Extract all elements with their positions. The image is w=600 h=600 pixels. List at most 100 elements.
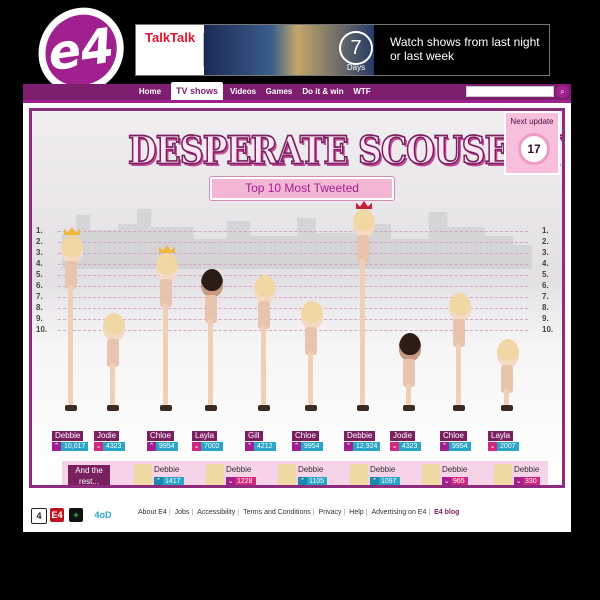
character-shoes — [453, 405, 465, 411]
character-head — [301, 301, 323, 329]
rest-list-item[interactable]: Debbie 1097 ⌃ — [350, 464, 414, 485]
tweet-count: 10,017 ⌃ — [52, 442, 89, 451]
rank-label-left: 9. — [36, 314, 43, 323]
nav-games[interactable]: Games — [263, 84, 295, 100]
character-thumbnail — [422, 464, 440, 485]
e4-icon[interactable]: E4 — [50, 508, 64, 522]
rank-label-right: 5. — [542, 270, 549, 279]
character-figure[interactable] — [103, 313, 125, 411]
rank-row: 5. 5. — [36, 271, 556, 279]
character-figure[interactable] — [353, 201, 375, 411]
footer-link-privacy[interactable]: Privacy — [319, 509, 342, 516]
character-card[interactable]: Layla 7002 ⌄ — [192, 431, 228, 451]
search-icon[interactable]: ⌕ — [556, 85, 569, 98]
tweet-count: 9954 ⌃ — [440, 442, 471, 451]
footer-link-terms[interactable]: Terms and Conditions — [243, 509, 311, 516]
trend-down-icon: ⌄ — [192, 442, 201, 451]
character-head — [449, 293, 471, 321]
character-card[interactable]: Jodie 4323 ⌄ — [390, 431, 426, 451]
rest-list-item[interactable]: Debbie 965 ⌄ — [422, 464, 486, 485]
nav-do-it-and-win[interactable]: Do it & win — [301, 84, 345, 100]
main-nav: Home TV shows Videos Games Do it & win W… — [23, 82, 571, 103]
character-figure[interactable] — [497, 339, 519, 411]
footer-link-jobs[interactable]: Jobs — [175, 509, 190, 516]
character-card[interactable]: Gill 4212 ⌃ — [245, 431, 281, 451]
nav-home[interactable]: Home — [135, 84, 165, 100]
4od-icon[interactable]: 4oD — [88, 508, 118, 522]
character-name: Debbie — [52, 431, 84, 441]
rank-label-right: 6. — [542, 281, 549, 290]
character-figure[interactable] — [449, 293, 471, 411]
character-name: Gill — [245, 431, 263, 441]
trend-down-icon: ⌄ — [226, 477, 235, 485]
trend-up-icon: ⌃ — [147, 442, 156, 451]
character-card[interactable]: Layla 2007 ⌄ — [488, 431, 524, 451]
rank-row: 8. 8. — [36, 304, 556, 312]
character-name: Layla — [192, 431, 218, 441]
rest-list-item[interactable]: Debbie 330 ⌄ — [494, 464, 558, 485]
character-legs — [261, 325, 266, 405]
rank-label-left: 2. — [36, 237, 43, 246]
character-legs — [360, 259, 365, 405]
character-figure[interactable] — [61, 227, 83, 411]
rest-list-item[interactable]: Debbie 1417 ⌃ — [134, 464, 198, 485]
rest-tweet-count: 965 ⌄ — [442, 477, 468, 485]
character-card[interactable]: Debbie 10,017 ⌃ — [52, 431, 89, 451]
search-input[interactable] — [466, 86, 554, 97]
character-shoes — [501, 405, 513, 411]
footer-link-accessibility[interactable]: Accessibility — [197, 509, 235, 516]
footer-link-advertising[interactable]: Advertising on E4 — [371, 509, 426, 516]
character-name: Jodie — [390, 431, 416, 441]
nav-wtf[interactable]: WTF — [349, 84, 375, 100]
character-card[interactable]: Jodie 4323 ⌄ — [94, 431, 130, 451]
tweet-count: 4323 ⌄ — [94, 442, 125, 451]
rank-label-left: 6. — [36, 281, 43, 290]
seven-days-icon: 7 — [339, 31, 373, 65]
character-card[interactable]: Chloe 9954 ⌃ — [292, 431, 328, 451]
rest-character-name: Debbie — [154, 465, 180, 474]
footer-link-help[interactable]: Help — [349, 509, 363, 516]
trend-down-icon: ⌄ — [514, 477, 523, 485]
character-shoes — [160, 405, 172, 411]
character-thumbnail — [134, 464, 152, 485]
character-card[interactable]: Chloe 9954 ⌃ — [147, 431, 183, 451]
tweet-count: 9954 ⌃ — [292, 442, 323, 451]
character-shoes — [65, 405, 77, 411]
rank-label-right: 10. — [542, 325, 554, 334]
nav-tv-shows[interactable]: TV shows — [171, 82, 223, 100]
feature-title: DESPERATE SCOUSEWIVES — [127, 127, 562, 174]
tweet-count: 9954 ⌃ — [147, 442, 178, 451]
tweet-count: 7002 ⌄ — [192, 442, 223, 451]
ad-image: 7 Days — [204, 25, 374, 75]
character-figure[interactable] — [201, 269, 223, 411]
more4-icon[interactable]: + — [69, 508, 83, 522]
character-figure[interactable] — [399, 333, 421, 411]
character-card[interactable]: Debbie 12,924 ⌃ — [344, 431, 381, 451]
character-figure[interactable] — [301, 301, 323, 411]
rest-list-item[interactable]: Debbie 1228 ⌄ — [206, 464, 270, 485]
character-card[interactable]: Chloe 9954 ⌃ — [440, 431, 476, 451]
rest-list-item[interactable]: Debbie 1105 ⌃ — [278, 464, 342, 485]
character-head — [103, 313, 125, 341]
footer-link-blog[interactable]: E4 blog — [434, 509, 459, 516]
character-head — [156, 253, 178, 281]
character-name: Chloe — [440, 431, 467, 441]
trend-up-icon: ⌃ — [154, 477, 163, 485]
footer-link-about[interactable]: About E4 — [138, 509, 167, 516]
character-figure[interactable] — [156, 245, 178, 411]
rank-label-left: 10. — [36, 325, 48, 334]
rank-label-right: 3. — [542, 248, 549, 257]
channel4-icon[interactable]: 4 — [31, 508, 47, 524]
rest-character-name: Debbie — [370, 465, 396, 474]
advert-banner[interactable]: TalkTalk 7 Days Watch shows from last ni… — [135, 24, 550, 76]
rest-character-name: Debbie — [442, 465, 468, 474]
character-figure[interactable] — [254, 275, 276, 411]
character-head — [497, 339, 519, 367]
character-name: Jodie — [94, 431, 120, 441]
nav-videos[interactable]: Videos — [227, 84, 259, 100]
the-rest-label: And the rest... — [68, 465, 110, 485]
character-head — [353, 209, 375, 237]
character-head — [254, 275, 276, 303]
rank-line — [58, 242, 528, 243]
ad-tagline: Watch shows from last night or last week — [374, 25, 549, 75]
